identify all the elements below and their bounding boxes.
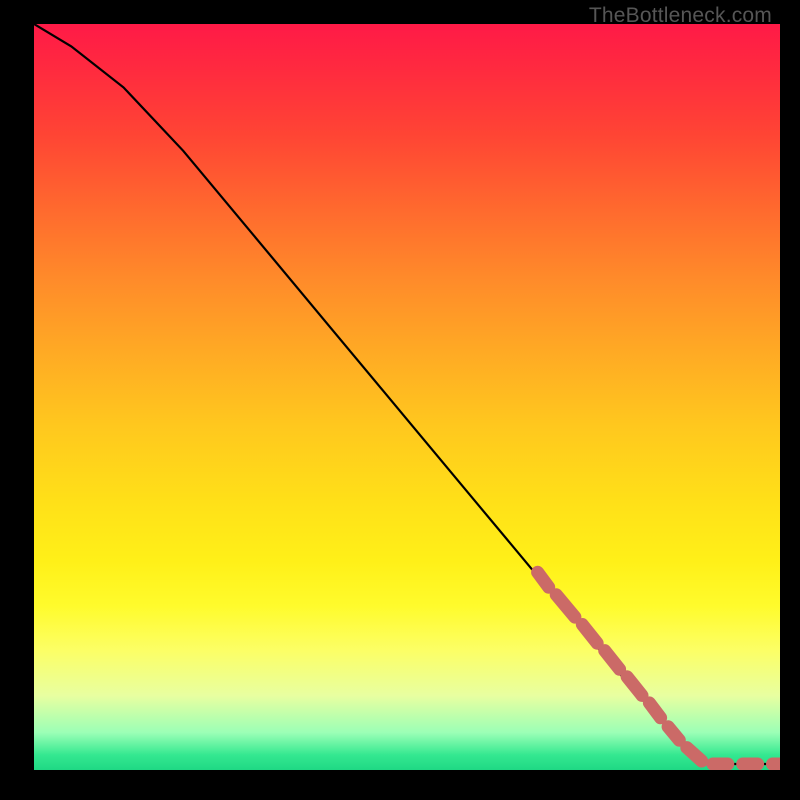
dash-segment	[627, 677, 642, 696]
dash-segment	[687, 748, 702, 761]
dash-segment	[538, 572, 549, 587]
chart-overlay	[34, 24, 780, 770]
dash-segment	[605, 651, 620, 670]
dash-segment	[649, 703, 660, 718]
dash-segment	[582, 625, 597, 644]
watermark-text: TheBottleneck.com	[589, 4, 772, 28]
dash-segments	[538, 572, 780, 764]
plot-area	[34, 24, 780, 770]
bottleneck-curve	[34, 24, 780, 764]
dash-segment	[556, 595, 575, 617]
dash-segment	[668, 727, 679, 741]
